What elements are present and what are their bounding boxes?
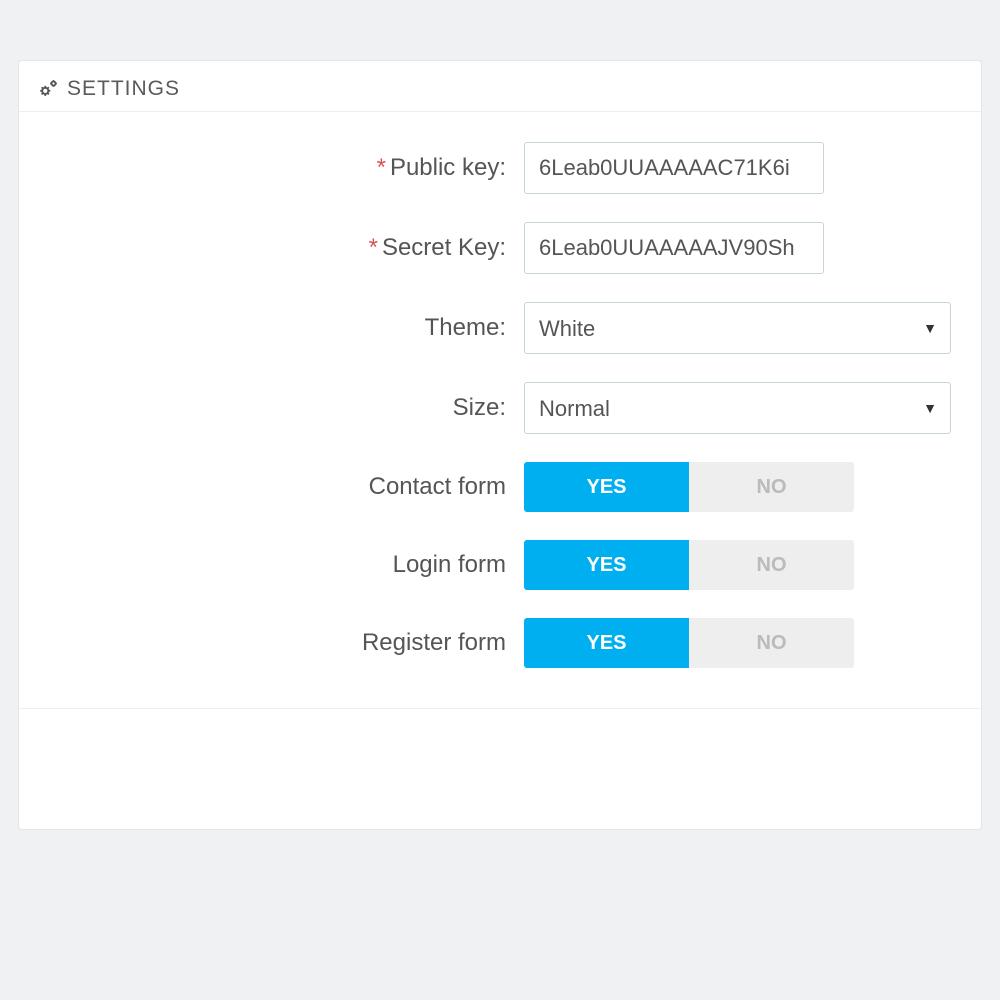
contact-form-toggle: YES NO xyxy=(524,462,854,512)
login-form-toggle: YES NO xyxy=(524,540,854,590)
label-public-key: *Public key: xyxy=(49,154,524,182)
row-size: Size: Normal ▼ xyxy=(49,382,951,434)
panel-footer xyxy=(19,709,981,829)
toggle-yes[interactable]: YES xyxy=(524,540,689,590)
row-theme: Theme: White ▼ xyxy=(49,302,951,354)
label-login-form: Login form xyxy=(49,551,524,579)
row-secret-key: *Secret Key: xyxy=(49,222,951,274)
panel-body: *Public key: *Secret Key: Theme: xyxy=(19,112,981,709)
theme-select[interactable]: White xyxy=(524,302,951,354)
required-star: * xyxy=(369,234,378,261)
label-register-form: Register form xyxy=(49,629,524,657)
row-register-form: Register form YES NO xyxy=(49,618,951,668)
cogs-icon xyxy=(37,78,59,100)
panel-heading: SETTINGS xyxy=(19,61,981,112)
required-star: * xyxy=(377,154,386,181)
label-contact-form: Contact form xyxy=(49,473,524,501)
panel-title: SETTINGS xyxy=(67,77,180,101)
size-select[interactable]: Normal xyxy=(524,382,951,434)
toggle-no[interactable]: NO xyxy=(689,462,854,512)
toggle-no[interactable]: NO xyxy=(689,540,854,590)
toggle-yes[interactable]: YES xyxy=(524,618,689,668)
settings-panel: SETTINGS *Public key: *Secret Key: xyxy=(18,60,982,830)
toggle-yes[interactable]: YES xyxy=(524,462,689,512)
secret-key-input[interactable] xyxy=(524,222,824,274)
row-public-key: *Public key: xyxy=(49,142,951,194)
register-form-toggle: YES NO xyxy=(524,618,854,668)
row-login-form: Login form YES NO xyxy=(49,540,951,590)
row-contact-form: Contact form YES NO xyxy=(49,462,951,512)
label-size: Size: xyxy=(49,394,524,422)
label-theme: Theme: xyxy=(49,314,524,342)
public-key-input[interactable] xyxy=(524,142,824,194)
label-secret-key: *Secret Key: xyxy=(49,234,524,262)
toggle-no[interactable]: NO xyxy=(689,618,854,668)
